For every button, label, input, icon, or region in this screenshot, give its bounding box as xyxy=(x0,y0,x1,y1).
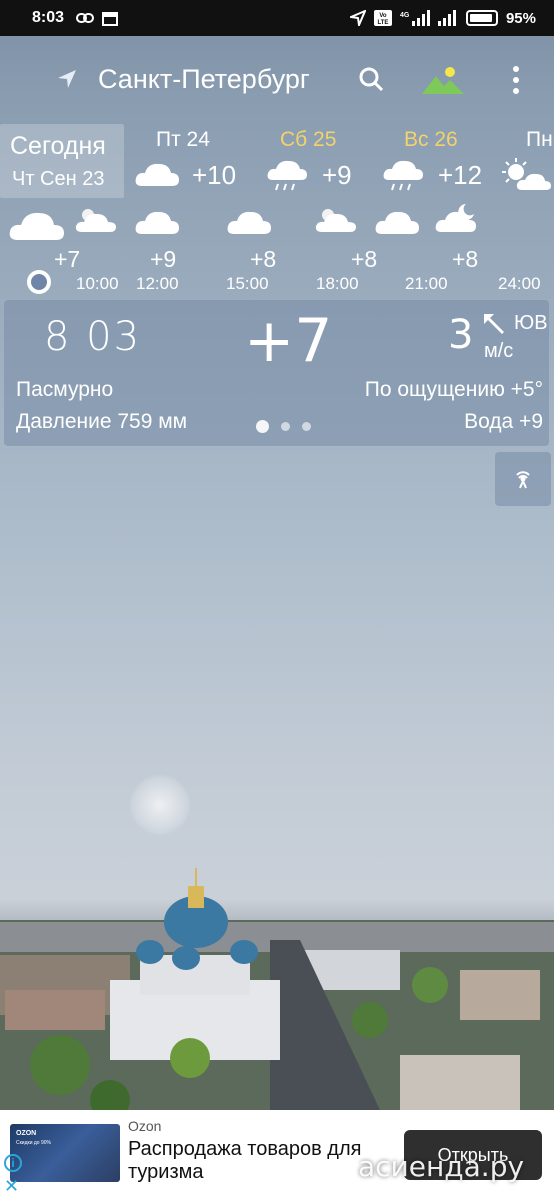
current-weather-panel[interactable]: 8 03 +7 3 ЮВ м/с Пасмурно По ощущению +5… xyxy=(4,300,549,446)
link-icon xyxy=(76,13,95,23)
sun-cloud-icon xyxy=(75,209,116,232)
daily-forecast: Сегодня Чт Сен 23 Пт 24 +10 Сб 25 +9 Вс … xyxy=(0,122,554,200)
current-time: 8 03 xyxy=(44,314,142,360)
today-label: Сегодня xyxy=(10,132,106,160)
ad-close-icon[interactable]: ✕ xyxy=(4,1176,19,1197)
cloud-icon xyxy=(135,163,179,186)
location-icon xyxy=(349,10,366,26)
city-title[interactable]: Санкт-Петербург xyxy=(98,64,310,95)
rain-cloud-icon xyxy=(383,160,423,191)
status-icons-left xyxy=(76,10,119,26)
app-bar: Санкт-Петербург xyxy=(0,36,554,124)
watermark: асиенда.ру xyxy=(358,1150,525,1183)
hour-temp: +8 xyxy=(250,246,277,272)
day-temp: +12 xyxy=(438,160,483,190)
svg-text:Vo: Vo xyxy=(379,13,387,19)
radar-icon xyxy=(516,471,530,489)
day-temp: +10 xyxy=(192,160,237,190)
current-temp: +7 xyxy=(244,306,333,376)
page-dot xyxy=(256,420,269,433)
ad-image-subtitle: Скидки до 90% xyxy=(16,1140,51,1146)
radar-button[interactable] xyxy=(495,452,551,506)
day-today[interactable]: Сегодня Чт Сен 23 xyxy=(0,124,124,198)
svg-text:4G: 4G xyxy=(400,12,410,19)
pressure: Давление 759 мм xyxy=(16,410,188,433)
status-time: 8:03 xyxy=(32,9,65,26)
status-icons-right: Vo LTE 4G 95% xyxy=(349,9,536,27)
hour-time: 24:00 xyxy=(498,274,541,293)
hour-time: 21:00 xyxy=(405,274,448,293)
cloud-icon xyxy=(9,212,64,240)
now-marker xyxy=(27,270,51,294)
cloud-icon xyxy=(135,211,179,234)
ad-info-icon[interactable]: i xyxy=(4,1154,22,1172)
hour-time: 10:00 xyxy=(76,274,119,293)
svg-text:LTE: LTE xyxy=(378,20,389,26)
wind-speed: 3 xyxy=(448,312,474,358)
ad-source: Ozon xyxy=(128,1118,162,1134)
battery-percent: 95% xyxy=(505,9,536,27)
feels-like: По ощущению +5° xyxy=(364,378,543,401)
water-temp: Вода +9 xyxy=(464,410,543,433)
hour-temp: +8 xyxy=(452,246,479,272)
ad-image-brand: OZON xyxy=(16,1130,37,1137)
hour-time: 15:00 xyxy=(226,274,269,293)
condition: Пасмурно xyxy=(16,378,114,401)
sun-cloud-icon xyxy=(502,158,551,190)
hour-temp: +9 xyxy=(150,246,177,272)
more-vert-icon[interactable] xyxy=(510,66,522,94)
signal-4g-icon: 4G xyxy=(400,10,430,26)
hour-temp: +7 xyxy=(54,246,81,272)
volte-icon: VoLTE xyxy=(373,10,392,26)
location-arrow-icon[interactable] xyxy=(56,68,78,90)
wind-direction: ЮВ xyxy=(514,312,548,334)
search-icon[interactable] xyxy=(358,66,384,92)
page-indicator xyxy=(256,420,311,433)
moon-cloud-icon xyxy=(435,204,476,232)
calendar-icon xyxy=(102,12,119,26)
cloud-icon xyxy=(227,211,271,234)
day-name: Пн xyxy=(526,128,553,151)
page-dot xyxy=(281,422,290,431)
rain-cloud-icon xyxy=(267,160,307,191)
day-name: Вс 26 xyxy=(404,128,458,151)
sun-glow xyxy=(130,775,190,835)
city-scenery xyxy=(0,868,554,1110)
day-name: Пт 24 xyxy=(156,128,210,151)
wind-unit: м/с xyxy=(484,340,514,362)
wind-direction-icon xyxy=(484,314,504,334)
signal-icon xyxy=(437,10,456,26)
sun-cloud-icon xyxy=(315,209,356,232)
hourly-forecast: +7 +9 +8 +8 +8 10:00 12:00 15:00 18:00 2… xyxy=(0,200,554,300)
hour-temp: +8 xyxy=(351,246,378,272)
cloud-icon xyxy=(375,211,419,234)
day-temp: +9 xyxy=(322,160,352,190)
today-date: Чт Сен 23 xyxy=(12,168,105,190)
ad-image: OZON Скидки до 90% xyxy=(10,1124,120,1182)
status-bar: 8:03 Vo LTE 4G 95% xyxy=(0,0,554,36)
landscape-icon[interactable] xyxy=(422,66,464,94)
ad-title[interactable]: Распродажа товаров для туризма xyxy=(128,1138,368,1184)
hour-time: 12:00 xyxy=(136,274,179,293)
battery-icon xyxy=(465,10,498,26)
page-dot xyxy=(302,422,311,431)
day-name: Сб 25 xyxy=(280,128,337,151)
hour-time: 18:00 xyxy=(316,274,359,293)
